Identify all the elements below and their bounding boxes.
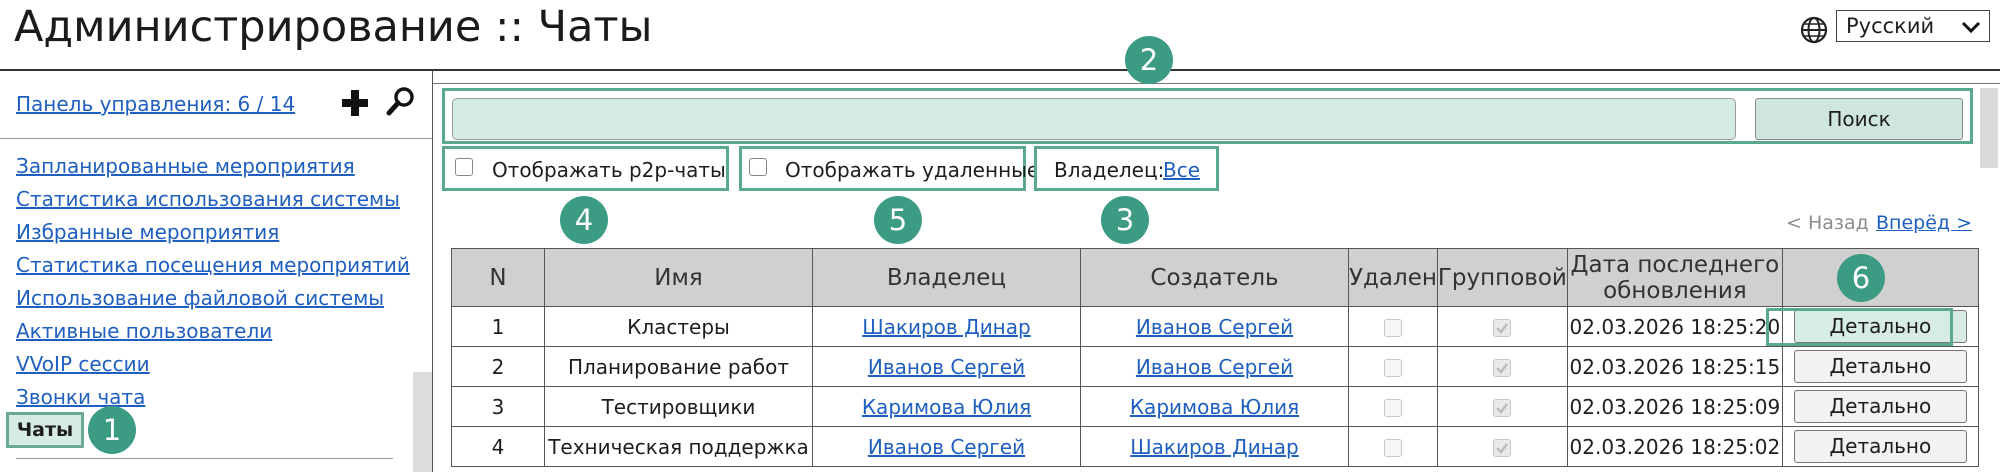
cell-name: Кластеры — [544, 306, 813, 347]
check-icon — [1496, 323, 1509, 334]
column-header-creator: Создатель — [1080, 248, 1349, 307]
sidebar-item-system-usage-stats[interactable]: Статистика использования системы — [16, 183, 410, 216]
deleted-checkbox[interactable] — [749, 158, 767, 176]
group-checkbox-checked — [1493, 319, 1512, 337]
sidebar-bottom-separator — [16, 458, 393, 459]
cell-creator-link[interactable]: Иванов Сергей — [1136, 315, 1293, 339]
cell-creator-link[interactable]: Иванов Сергей — [1136, 355, 1293, 379]
details-button[interactable]: Детально — [1793, 310, 1967, 343]
page-title: Администрирование :: Чаты — [14, 2, 653, 52]
globe-icon — [1800, 16, 1828, 44]
p2p-checkbox[interactable] — [455, 158, 473, 176]
main-top-divider — [433, 83, 2000, 84]
group-checkbox-checked — [1493, 439, 1512, 457]
marker-1: 1 — [88, 406, 136, 454]
cell-n: 1 — [451, 306, 545, 347]
table-row: 2 Планирование работ Иванов Сергей Ивано… — [451, 346, 1979, 387]
deleted-checkbox-disabled — [1383, 399, 1402, 417]
language-select[interactable]: Русский — [1836, 10, 1990, 42]
p2p-filter[interactable]: Отображать p2p-чаты — [442, 146, 729, 191]
details-button[interactable]: Детально — [1793, 430, 1967, 463]
sidebar-item-chats[interactable]: Чаты — [6, 412, 84, 448]
cell-owner-link[interactable]: Иванов Сергей — [868, 435, 1025, 459]
pager-prev: < Назад — [1786, 212, 1869, 234]
cell-creator-link[interactable]: Каримова Юлия — [1130, 395, 1299, 419]
group-checkbox-checked — [1493, 399, 1512, 417]
deleted-filter-label: Отображать удаленные — [785, 158, 1040, 182]
cell-n: 4 — [451, 426, 545, 467]
table-row: 3 Тестировщики Каримова Юлия Каримова Юл… — [451, 386, 1979, 427]
marker-4: 4 — [560, 196, 608, 244]
details-button[interactable]: Детально — [1793, 350, 1967, 383]
column-header-updated: Дата последнего обновления — [1566, 248, 1783, 307]
check-icon — [1496, 403, 1509, 414]
sidebar-nav: Запланированные мероприятия Статистика и… — [16, 150, 410, 414]
column-header-n: N — [451, 248, 545, 307]
marker-3: 3 — [1101, 196, 1149, 244]
language-select-value: Русский — [1846, 14, 1935, 38]
column-header-deleted: Удален — [1348, 248, 1438, 307]
main-scrollbar-thumb[interactable] — [1980, 88, 1998, 168]
table-header-row: N Имя Владелец Создатель Удален Группово… — [451, 248, 1979, 307]
sidebar-item-active-users[interactable]: Активные пользователи — [16, 315, 410, 348]
cell-n: 3 — [451, 386, 545, 427]
cell-updated: 02.03.2026 18:25:15 — [1566, 346, 1783, 387]
p2p-filter-label: Отображать p2p-чаты — [492, 158, 726, 182]
column-header-group: Групповой — [1436, 248, 1568, 307]
group-checkbox-checked — [1493, 359, 1512, 377]
column-header-owner: Владелец — [812, 248, 1081, 307]
owner-filter-value[interactable]: Все — [1163, 151, 1200, 190]
plus-icon[interactable] — [341, 89, 369, 117]
owner-filter-label: Владелец: — [1054, 158, 1165, 182]
sidebar-item-filesystem-usage[interactable]: Использование файловой системы — [16, 282, 410, 315]
sidebar-item-favorite-events[interactable]: Избранные мероприятия — [16, 216, 410, 249]
deleted-filter[interactable]: Отображать удаленные — [739, 146, 1039, 191]
sidebar-item-event-attendance-stats[interactable]: Статистика посещения мероприятий — [16, 249, 410, 282]
chevron-down-icon — [1961, 21, 1981, 34]
table-row: 1 Кластеры Шакиров Динар Иванов Сергей 0… — [451, 306, 1979, 347]
cell-updated: 02.03.2026 18:25:20 — [1566, 306, 1783, 347]
check-icon — [1496, 443, 1509, 454]
deleted-checkbox-disabled — [1383, 359, 1402, 377]
check-icon — [1496, 363, 1509, 374]
cell-creator-link[interactable]: Шакиров Динар — [1130, 435, 1298, 459]
chats-table: N Имя Владелец Создатель Удален Группово… — [451, 248, 1979, 467]
dashboard-link[interactable]: Панель управления: 6 / 14 — [16, 92, 295, 116]
cell-name: Техническая поддержка — [544, 426, 813, 467]
pager-next[interactable]: Вперёд > — [1876, 212, 1972, 234]
details-button[interactable]: Детально — [1793, 390, 1967, 423]
cell-updated: 02.03.2026 18:25:02 — [1566, 426, 1783, 467]
marker-6: 6 — [1837, 254, 1885, 302]
cell-updated: 02.03.2026 18:25:09 — [1566, 386, 1783, 427]
deleted-checkbox-disabled — [1383, 319, 1402, 337]
sidebar-divider — [432, 71, 433, 472]
deleted-checkbox-disabled — [1383, 439, 1402, 457]
cell-name: Планирование работ — [544, 346, 813, 387]
cell-n: 2 — [451, 346, 545, 387]
marker-2: 2 — [1125, 36, 1173, 84]
magnifier-icon[interactable] — [386, 86, 416, 116]
cell-owner-link[interactable]: Шакиров Динар — [862, 315, 1030, 339]
owner-filter: Владелец: Все — [1034, 146, 1219, 191]
cell-owner-link[interactable]: Иванов Сергей — [868, 355, 1025, 379]
sidebar-item-chat-calls[interactable]: Звонки чата — [16, 381, 410, 414]
search-button[interactable]: Поиск — [1755, 98, 1963, 140]
sidebar-item-scheduled-events[interactable]: Запланированные мероприятия — [16, 150, 410, 183]
table-row: 4 Техническая поддержка Иванов Сергей Ша… — [451, 426, 1979, 467]
cell-owner-link[interactable]: Каримова Юлия — [862, 395, 1031, 419]
search-input[interactable] — [452, 98, 1736, 140]
cell-name: Тестировщики — [544, 386, 813, 427]
sidebar-separator — [0, 138, 432, 139]
column-header-name: Имя — [544, 248, 813, 307]
sidebar-scrollbar[interactable] — [413, 372, 432, 472]
sidebar-item-vvoip-sessions[interactable]: VVoIP сессии — [16, 348, 410, 381]
marker-5: 5 — [874, 196, 922, 244]
